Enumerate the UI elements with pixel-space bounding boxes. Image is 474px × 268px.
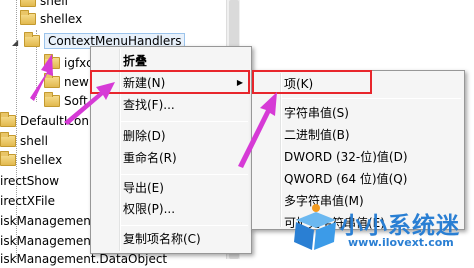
tree-item-label: shell [20,134,48,148]
tree-item-label: shellex [40,12,83,26]
tree-item-label: irectXFile [0,194,55,208]
tree-item-label: igfxc [64,56,93,70]
folder-icon [44,73,60,88]
menu-item-collapse[interactable]: 折叠 [93,50,249,72]
folder-icon [44,54,60,69]
tree-item-diskmanagement-2[interactable]: iskManagement [0,232,96,250]
tree-item-shell-2[interactable]: shell [0,132,48,150]
tree-item-label: iskManagement [0,234,96,248]
folder-icon [24,32,40,47]
tree-item-igfxc[interactable]: igfxc [44,54,93,72]
watermark-title: 小小系统迷 [340,213,460,239]
watermark: 小小系统迷 www.ilovext.com [288,200,474,259]
folder-icon [0,112,16,127]
tree-item-label: iskManagement [0,214,96,228]
collapse-triangle-icon[interactable]: ◢ [12,34,22,52]
menu-separator [121,225,248,226]
menu-item-export[interactable]: 导出(E) [93,177,249,199]
tree-item-soft[interactable]: Soft [44,92,88,110]
folder-icon [0,151,16,166]
submenu-item-dword-value[interactable]: DWORD (32-位)值(D) [254,146,462,168]
menu-item-rename[interactable]: 重命名(R) [93,147,249,169]
submenu-item-qword-value[interactable]: QWORD (64 位)值(Q) [254,168,462,190]
tree-item-label: Soft [64,94,88,108]
tree-item-shell[interactable]: shell [20,0,68,10]
submenu-item-binary-value[interactable]: 二进制值(B) [254,124,462,146]
menu-item-find[interactable]: 查找(F)... [93,94,249,116]
menu-separator [282,98,461,99]
folder-icon [20,10,36,25]
watermark-url: www.ilovext.com [348,236,454,249]
tree-item-label: shell [40,0,68,8]
menu-separator [121,174,248,175]
tree-item-new[interactable]: new [44,73,89,91]
tree-item-diskmanagement[interactable]: iskManagement [0,212,96,230]
submenu-item-string-value[interactable]: 字符串值(S) [254,102,462,124]
highlight-box-new [90,70,250,94]
menu-item-delete[interactable]: 删除(D) [93,125,249,147]
menu-separator [121,121,248,122]
highlight-box-key [252,70,372,94]
tree-item-directshow[interactable]: irectShow [0,172,59,190]
tree-item-shellex[interactable]: shellex [20,10,82,28]
tree-item-label: DefaultIcon [20,114,89,128]
menu-item-permissions[interactable]: 权限(P)... [93,198,249,220]
folder-icon [0,132,16,147]
watermark-logo-icon [294,204,336,250]
tree-item-label: iskManagement.DataObject [0,252,168,266]
menu-item-copy-key-name[interactable]: 复制项名称(C) [93,228,249,250]
folder-icon [44,92,60,107]
tree-item-label: irectShow [0,174,60,188]
tree-item-directxfile[interactable]: irectXFile [0,192,55,210]
tree-item-label: new [64,75,89,89]
folder-icon [20,0,36,7]
tree-item-label: shellex [20,153,63,167]
tree-item-shellex-2[interactable]: shellex [0,151,62,169]
tree-item-defaulticon[interactable]: DefaultIcon [0,112,89,130]
